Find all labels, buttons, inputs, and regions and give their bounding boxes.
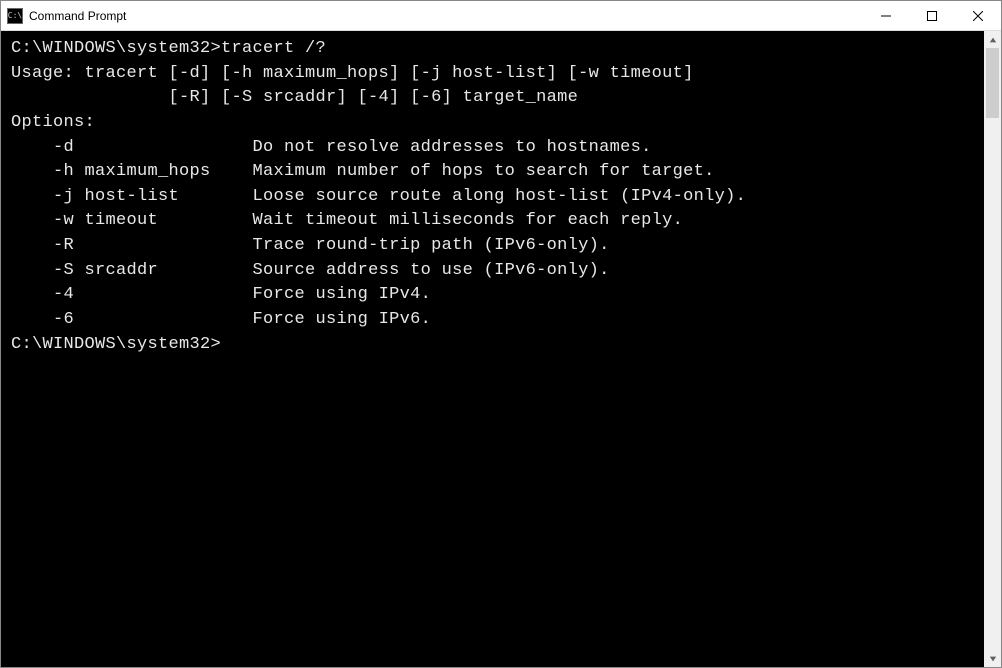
option-description: Do not resolve addresses to hostnames. [253,138,652,157]
option-description: Source address to use (IPv6-only). [253,261,610,280]
option-row: -h maximum_hops Maximum number of hops t… [11,160,978,185]
close-button[interactable] [955,1,1001,30]
option-description: Trace round-trip path (IPv6-only). [253,236,610,255]
minimize-button[interactable] [863,1,909,30]
option-row: -S srcaddr Source address to use (IPv6-o… [11,259,978,284]
option-description: Force using IPv6. [253,310,432,329]
option-description: Force using IPv4. [253,285,432,304]
maximize-button[interactable] [909,1,955,30]
prompt-line: C:\WINDOWS\system32> [11,333,978,358]
titlebar[interactable]: C:\ Command Prompt [1,1,1001,31]
option-flag: -S srcaddr [11,259,253,284]
option-flag: -4 [11,283,253,308]
option-row: -j host-list Loose source route along ho… [11,185,978,210]
scroll-up-arrow-icon[interactable] [984,31,1001,48]
options-header: Options: [11,111,978,136]
option-description: Maximum number of hops to search for tar… [253,162,715,181]
scroll-down-arrow-icon[interactable] [984,650,1001,667]
option-row: -R Trace round-trip path (IPv6-only). [11,234,978,259]
option-flag: -R [11,234,253,259]
app-icon: C:\ [7,8,23,24]
vertical-scrollbar[interactable] [984,31,1001,667]
option-flag: -j host-list [11,185,253,210]
window-title: Command Prompt [29,9,863,23]
option-flag: -h maximum_hops [11,160,253,185]
option-description: Wait timeout milliseconds for each reply… [253,211,684,230]
prompt-command: tracert /? [221,39,326,58]
command-prompt-window: C:\ Command Prompt C:\WINDOWS\system32>t… [0,0,1002,668]
prompt-path: C:\WINDOWS\system32> [11,335,221,354]
option-row: -4 Force using IPv4. [11,283,978,308]
option-flag: -w timeout [11,209,253,234]
terminal-area: C:\WINDOWS\system32>tracert /?Usage: tra… [1,31,1001,667]
option-row: -6 Force using IPv6. [11,308,978,333]
option-flag: -6 [11,308,253,333]
prompt-line: C:\WINDOWS\system32>tracert /? [11,37,978,62]
option-row: -d Do not resolve addresses to hostnames… [11,136,978,161]
option-description: Loose source route along host-list (IPv4… [253,187,747,206]
usage-line: Usage: tracert [-d] [-h maximum_hops] [-… [11,62,978,87]
option-row: -w timeout Wait timeout milliseconds for… [11,209,978,234]
terminal-output[interactable]: C:\WINDOWS\system32>tracert /?Usage: tra… [1,31,984,667]
option-flag: -d [11,136,253,161]
prompt-path: C:\WINDOWS\system32> [11,39,221,58]
usage-line: [-R] [-S srcaddr] [-4] [-6] target_name [11,86,978,111]
window-controls [863,1,1001,30]
scrollbar-thumb[interactable] [986,48,999,118]
